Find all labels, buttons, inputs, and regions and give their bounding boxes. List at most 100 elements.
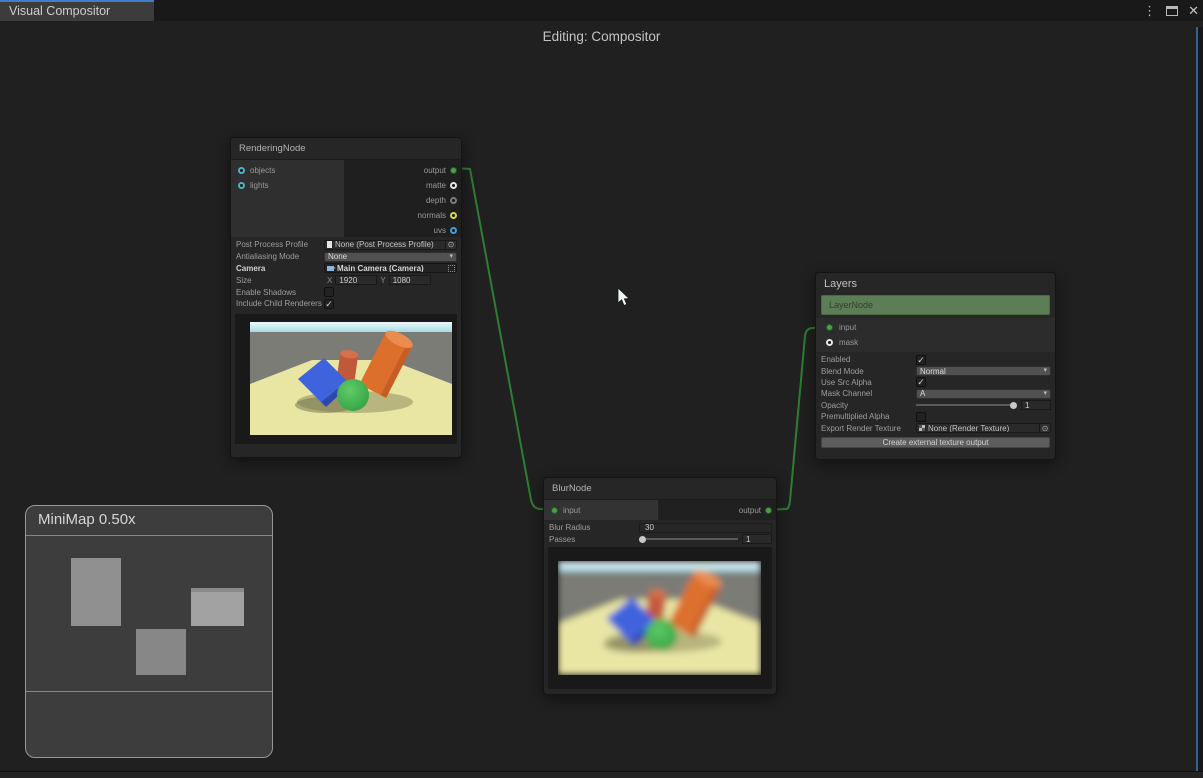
object-picker-icon[interactable]: ⊙: [445, 240, 456, 249]
scene-picker-icon[interactable]: [448, 264, 455, 272]
asset-file-icon: [327, 241, 332, 249]
wire-rendering-to-blur: [455, 167, 552, 511]
port-dot-objects[interactable]: [238, 167, 245, 174]
dropdown-value: Normal: [920, 366, 946, 376]
port-dot-blur-output[interactable]: [765, 506, 772, 514]
opacity-value-input[interactable]: 1: [1021, 400, 1051, 411]
dropdown-value: A: [920, 389, 926, 399]
include-child-renderers-checkbox[interactable]: ✓: [324, 298, 334, 309]
port-depth[interactable]: depth: [344, 193, 461, 208]
x-axis-label: X: [327, 275, 333, 285]
port-lights[interactable]: lights: [231, 178, 344, 193]
port-normals[interactable]: normals: [344, 208, 461, 223]
minimap-node-blur[interactable]: [136, 629, 186, 675]
port-label: uvs: [433, 226, 446, 235]
antialiasing-mode-row: Antialiasing Mode None ▾: [231, 251, 461, 263]
size-x-input[interactable]: 1920: [335, 275, 378, 286]
enable-shadows-row: Enable Shadows: [231, 286, 461, 298]
port-dot-normals[interactable]: [450, 212, 457, 219]
port-blur-output[interactable]: output: [658, 500, 776, 520]
dropdown-value: None: [328, 252, 348, 262]
minimap-label: MiniMap: [38, 511, 95, 528]
window-bottom-gutter: [0, 771, 1203, 778]
camera-field[interactable]: Main Camera (Camera): [324, 263, 457, 274]
port-dot-layer-mask[interactable]: [826, 339, 833, 346]
blur-radius-input[interactable]: 30: [639, 522, 772, 533]
enabled-checkbox[interactable]: ✓: [916, 354, 926, 365]
opacity-slider-handle[interactable]: [1010, 401, 1017, 409]
blend-mode-dropdown[interactable]: Normal ▾: [916, 366, 1051, 377]
blur-node[interactable]: BlurNode input output Blur Radius 30 Pas…: [543, 477, 777, 695]
blur-preview-image: [558, 561, 761, 675]
rendering-node-title[interactable]: RenderingNode: [231, 138, 461, 160]
port-uvs[interactable]: uvs: [344, 223, 461, 238]
port-dot-uvs[interactable]: [450, 227, 457, 234]
minimap-zoom-level: 0.50x: [98, 511, 136, 528]
blur-node-title[interactable]: BlurNode: [544, 478, 776, 500]
tab-bar: Visual Compositor: [0, 0, 1203, 21]
opacity-slider[interactable]: [916, 401, 1017, 409]
use-src-alpha-checkbox[interactable]: ✓: [916, 377, 926, 388]
editing-breadcrumb: Editing: Compositor: [542, 29, 661, 44]
field-value: None (Post Process Profile): [335, 240, 434, 250]
enable-shadows-checkbox[interactable]: [324, 287, 334, 298]
passes-slider-handle[interactable]: [639, 535, 646, 543]
minimap-node-layers[interactable]: [191, 588, 244, 626]
prop-label: Enabled: [821, 355, 851, 365]
prop-label: Include Child Renderers: [236, 299, 322, 309]
rendering-node[interactable]: RenderingNode objects lights output matt…: [230, 137, 462, 458]
port-dot-blur-input[interactable]: [551, 506, 558, 514]
passes-slider[interactable]: [639, 535, 738, 543]
chevron-down-icon: ▾: [449, 252, 453, 260]
layer-item-layernode[interactable]: LayerNode: [821, 295, 1050, 315]
port-label: depth: [425, 196, 446, 205]
antialiasing-dropdown[interactable]: None ▾: [324, 251, 457, 262]
passes-value-input[interactable]: 1: [742, 534, 772, 545]
port-objects[interactable]: objects: [231, 163, 344, 178]
port-matte[interactable]: matte: [344, 178, 461, 193]
port-dot-layer-input[interactable]: [826, 324, 833, 331]
object-picker-icon[interactable]: ⊙: [1039, 424, 1050, 433]
prop-label: Export Render Texture: [821, 423, 901, 433]
export-render-texture-field[interactable]: None (Render Texture) ⊙: [916, 423, 1051, 434]
field-value: None (Render Texture): [928, 423, 1010, 433]
port-dot-output[interactable]: [450, 167, 457, 174]
prop-label: Use Src Alpha: [821, 377, 872, 387]
camera-icon: [327, 265, 336, 271]
post-process-profile-field[interactable]: None (Post Process Profile) ⊙: [324, 239, 457, 250]
prop-label: Post Process Profile: [236, 240, 309, 250]
maximize-icon[interactable]: [1166, 5, 1179, 16]
prop-label: Mask Channel: [821, 389, 873, 399]
close-icon[interactable]: ✕: [1188, 4, 1199, 17]
prop-label: Blur Radius: [549, 523, 591, 533]
visual-compositor-window: Visual Compositor ⋮ ✕ Editing: Composito…: [0, 0, 1203, 778]
port-dot-depth[interactable]: [450, 197, 457, 204]
create-external-texture-output-button[interactable]: Create external texture output: [821, 436, 1050, 448]
prop-label: Size: [236, 275, 252, 285]
port-output[interactable]: output: [344, 163, 461, 178]
mask-channel-dropdown[interactable]: A ▾: [916, 388, 1051, 399]
minimap-divider: [26, 535, 272, 536]
minimap-node-rendering[interactable]: [71, 558, 121, 626]
window-menu-icon[interactable]: ⋮: [1143, 4, 1156, 17]
port-blur-input[interactable]: input: [544, 500, 658, 520]
port-label: matte: [425, 181, 446, 190]
field-value: Main Camera (Camera): [337, 263, 424, 273]
port-layer-input[interactable]: input: [816, 320, 1055, 335]
include-child-renderers-row: Include Child Renderers ✓: [231, 298, 461, 310]
tab-visual-compositor[interactable]: Visual Compositor: [0, 0, 154, 21]
layers-node[interactable]: Layers LayerNode input mask Enabled ✓ Bl…: [815, 272, 1056, 460]
chevron-down-icon: ▾: [1043, 389, 1047, 397]
passes-row: Passes 1: [544, 534, 776, 546]
port-label: lights: [250, 181, 269, 190]
enabled-row: Enabled ✓: [816, 354, 1055, 365]
prop-label: Camera: [236, 263, 266, 273]
premultiplied-alpha-row: Premultiplied Alpha: [816, 411, 1055, 422]
layers-node-title[interactable]: Layers: [816, 273, 1055, 295]
size-y-input[interactable]: 1080: [388, 275, 431, 286]
port-layer-mask[interactable]: mask: [816, 335, 1055, 350]
port-dot-lights[interactable]: [238, 182, 245, 189]
port-dot-matte[interactable]: [450, 182, 457, 189]
premultiplied-alpha-checkbox[interactable]: [916, 411, 926, 422]
minimap-panel[interactable]: MiniMap 0.50x: [25, 505, 273, 758]
